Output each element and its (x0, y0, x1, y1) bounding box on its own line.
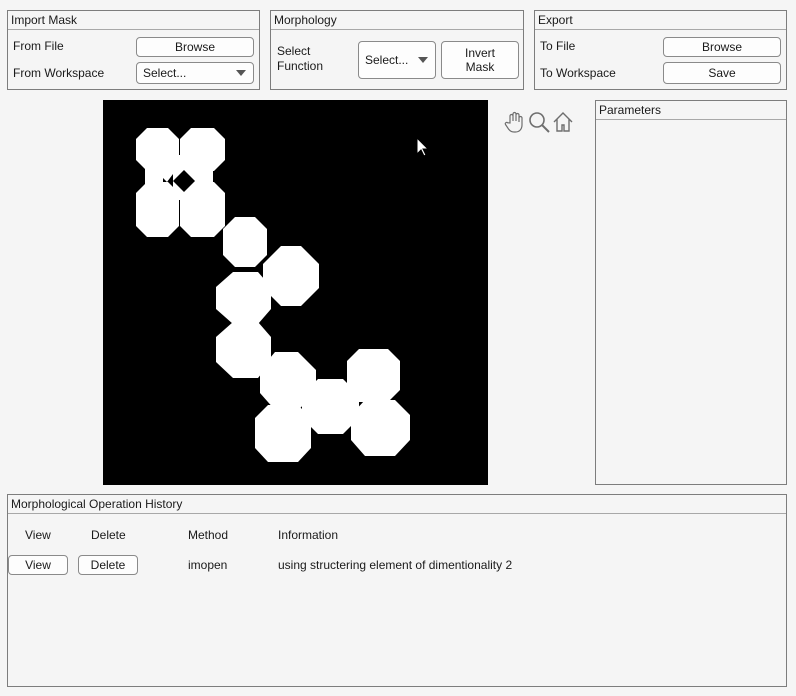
column-header-delete: Delete (91, 528, 126, 542)
zoom-icon[interactable] (527, 110, 551, 134)
mask-blob (263, 246, 319, 306)
workspace-select[interactable]: Select... (136, 62, 254, 84)
function-select-value: Select... (365, 53, 409, 67)
function-select[interactable]: Select... (358, 41, 436, 79)
invert-mask-button[interactable]: Invert Mask (441, 41, 519, 79)
mask-blob (351, 400, 410, 456)
mask-shapes (136, 128, 410, 462)
select-function-label: Select Function (277, 44, 324, 73)
history-row-method: imopen (188, 558, 228, 572)
parameters-title: Parameters (596, 101, 786, 120)
import-browse-button[interactable]: Browse (136, 37, 254, 57)
history-panel: Morphological Operation History View Del… (7, 494, 787, 687)
mouse-cursor-icon (416, 136, 430, 160)
import-mask-panel: Import Mask From File Browse From Worksp… (7, 10, 260, 90)
save-button[interactable]: Save (663, 62, 781, 84)
export-browse-button[interactable]: Browse (663, 37, 781, 57)
delete-button[interactable]: Delete (78, 555, 138, 575)
mask-blob (255, 405, 311, 462)
chevron-down-icon (236, 70, 246, 76)
import-mask-title: Import Mask (8, 11, 259, 30)
to-workspace-label: To Workspace (540, 66, 616, 80)
mask-blob (347, 349, 400, 402)
pan-icon[interactable] (503, 110, 527, 134)
column-header-information: Information (278, 528, 339, 542)
mask-image[interactable] (103, 100, 488, 485)
morphology-panel: Morphology Select Function Select... Inv… (270, 10, 524, 90)
mask-blob (223, 217, 267, 267)
to-file-label: To File (540, 39, 576, 53)
history-row-information: using structering element of dimentional… (278, 558, 513, 572)
parameters-panel: Parameters (595, 100, 787, 485)
export-title: Export (535, 11, 786, 30)
column-header-view: View (25, 528, 51, 542)
from-workspace-label: From Workspace (13, 66, 105, 80)
from-file-label: From File (13, 39, 64, 53)
home-icon[interactable] (551, 110, 575, 134)
mask-blob (216, 272, 271, 324)
column-header-method: Method (188, 528, 229, 542)
view-button[interactable]: View (8, 555, 68, 575)
morphology-title: Morphology (271, 11, 523, 30)
export-panel: Export To File Browse To Workspace Save (534, 10, 787, 90)
workspace-select-value: Select... (143, 66, 187, 80)
history-title: Morphological Operation History (8, 495, 786, 514)
chevron-down-icon (418, 57, 428, 63)
